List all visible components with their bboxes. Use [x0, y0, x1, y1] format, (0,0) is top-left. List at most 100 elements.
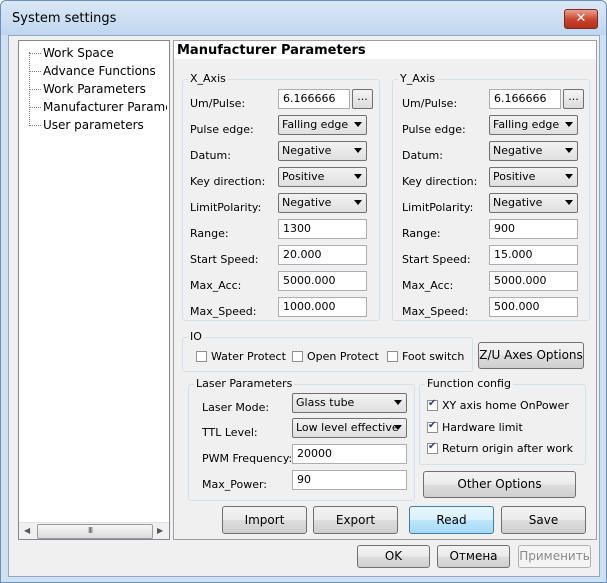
y-pulse-edge-label: Pulse edge:: [402, 123, 466, 136]
x-limit-polarity-label: LimitPolarity:: [190, 201, 262, 214]
tree-item-user-parameters[interactable]: User parameters: [43, 117, 167, 133]
x-pulse-edge-value: Falling edge: [282, 118, 349, 131]
ttl-level-value: Low level effective: [296, 421, 399, 434]
scroll-right-icon[interactable]: ▶: [157, 526, 163, 535]
x-max-speed-label: Max_Speed:: [190, 305, 257, 318]
y-max-speed-input[interactable]: 500.000: [489, 297, 578, 317]
manufacturer-parameters-panel: Manufacturer Parameters X_Axis Um/Pulse:…: [173, 40, 597, 540]
chevron-down-icon: [565, 174, 573, 179]
read-button[interactable]: Read: [409, 506, 494, 534]
y-key-direction-value: Positive: [493, 170, 536, 183]
water-protect-checkbox[interactable]: Water Protect: [196, 350, 286, 363]
cancel-button[interactable]: Отмена: [437, 545, 510, 568]
y-axis-label: Y_Axis: [398, 72, 438, 85]
zu-axes-options-button[interactable]: Z/U Axes Options: [478, 342, 584, 369]
other-options-button[interactable]: Other Options: [423, 471, 576, 498]
chevron-down-icon: [394, 400, 402, 405]
y-limit-polarity-label: LimitPolarity:: [402, 201, 474, 214]
tree-connector: [29, 107, 41, 109]
title-bar: System settings ✕: [1, 1, 606, 35]
chevron-down-icon: [565, 200, 573, 205]
save-button[interactable]: Save: [501, 506, 586, 534]
y-max-acc-label: Max_Acc:: [402, 279, 454, 292]
io-group: IO Water Protect Open Protect Foot switc…: [182, 330, 473, 372]
open-protect-checkbox[interactable]: Open Protect: [292, 350, 379, 363]
return-origin-label: Return origin after work: [442, 442, 573, 455]
y-um-pulse-browse-button[interactable]: ...: [563, 89, 584, 109]
x-limit-polarity-select[interactable]: Negative: [278, 193, 367, 213]
y-range-input[interactable]: 900: [489, 219, 578, 239]
checkbox-box[interactable]: [427, 398, 438, 411]
export-button[interactable]: Export: [313, 506, 398, 534]
chevron-down-icon: [565, 122, 573, 127]
ttl-level-label: TTL Level:: [202, 426, 258, 439]
checkbox-box[interactable]: [196, 351, 207, 362]
max-power-label: Max_Power:: [202, 478, 268, 491]
window-title: System settings: [12, 11, 117, 26]
tree-item-work-space[interactable]: Work Space: [43, 45, 167, 61]
ok-button[interactable]: OK: [357, 545, 430, 568]
import-button[interactable]: Import: [222, 506, 307, 534]
open-protect-label: Open Protect: [307, 350, 379, 363]
laser-mode-value: Glass tube: [296, 396, 355, 409]
xy-home-onpower-checkbox[interactable]: XY axis home OnPower: [427, 398, 569, 412]
x-max-acc-input[interactable]: 5000.000: [278, 271, 367, 291]
tree-horizontal-scrollbar[interactable]: ◀ III ▶: [19, 522, 169, 539]
settings-tree: Work Space Advance Functions Work Parame…: [18, 40, 170, 540]
laser-mode-select[interactable]: Glass tube: [292, 393, 407, 413]
y-start-speed-label: Start Speed:: [402, 253, 471, 266]
apply-button[interactable]: Применить: [518, 545, 591, 568]
laser-mode-label: Laser Mode:: [202, 401, 270, 414]
x-datum-select[interactable]: Negative: [278, 141, 367, 161]
y-max-speed-label: Max_Speed:: [402, 305, 469, 318]
x-datum-value: Negative: [282, 144, 332, 157]
y-pulse-edge-select[interactable]: Falling edge: [489, 115, 578, 135]
checkbox-box[interactable]: [427, 420, 438, 433]
y-um-pulse-label: Um/Pulse:: [402, 97, 458, 110]
x-start-speed-input[interactable]: 20.000: [278, 245, 367, 265]
tree-connector: [29, 125, 41, 127]
tree-item-work-parameters[interactable]: Work Parameters: [43, 81, 167, 97]
y-max-acc-input[interactable]: 5000.000: [489, 271, 578, 291]
foot-switch-checkbox[interactable]: Foot switch: [387, 350, 464, 363]
pwm-frequency-input[interactable]: 20000: [292, 444, 407, 464]
y-start-speed-input[interactable]: 15.000: [489, 245, 578, 265]
y-range-label: Range:: [402, 227, 441, 240]
ttl-level-select[interactable]: Low level effective: [292, 418, 407, 438]
y-datum-value: Negative: [493, 144, 543, 157]
y-key-direction-select[interactable]: Positive: [489, 167, 578, 187]
tree-connector: [29, 89, 41, 91]
chevron-down-icon: [354, 200, 362, 205]
foot-switch-label: Foot switch: [402, 350, 465, 363]
y-limit-polarity-select[interactable]: Negative: [489, 193, 578, 213]
chevron-down-icon: [354, 148, 362, 153]
x-max-speed-input[interactable]: 1000.000: [278, 297, 367, 317]
x-limit-polarity-value: Negative: [282, 196, 332, 209]
scroll-grip-icon: III: [88, 526, 93, 535]
checkbox-box[interactable]: [427, 441, 438, 454]
y-datum-select[interactable]: Negative: [489, 141, 578, 161]
tree-item-advance-functions[interactable]: Advance Functions: [43, 63, 167, 79]
io-label: IO: [188, 330, 204, 343]
close-button[interactable]: ✕: [564, 9, 598, 29]
tree-connector: [29, 52, 31, 124]
panel-title: Manufacturer Parameters: [177, 43, 366, 58]
x-key-direction-select[interactable]: Positive: [278, 167, 367, 187]
checkbox-box[interactable]: [292, 351, 303, 362]
scroll-left-icon[interactable]: ◀: [24, 526, 30, 535]
return-origin-checkbox[interactable]: Return origin after work: [427, 441, 573, 455]
checkbox-box[interactable]: [387, 351, 398, 362]
x-range-input[interactable]: 1300: [278, 219, 367, 239]
x-um-pulse-input[interactable]: 6.166666: [278, 89, 350, 109]
max-power-input[interactable]: 90: [292, 470, 407, 490]
scroll-thumb[interactable]: III: [37, 524, 153, 539]
laser-parameters-label: Laser Parameters: [194, 377, 295, 390]
x-um-pulse-browse-button[interactable]: ...: [352, 89, 373, 109]
function-config-group: Function config XY axis home OnPower Har…: [419, 377, 586, 465]
x-pulse-edge-select[interactable]: Falling edge: [278, 115, 367, 135]
y-um-pulse-input[interactable]: 6.166666: [489, 89, 561, 109]
tree-item-manufacturer-parameters[interactable]: Manufacturer Paramet: [43, 99, 167, 115]
chevron-down-icon: [354, 122, 362, 127]
hardware-limit-checkbox[interactable]: Hardware limit: [427, 420, 523, 434]
system-settings-window: System settings ✕ Work Space Advance Fun…: [0, 0, 607, 583]
